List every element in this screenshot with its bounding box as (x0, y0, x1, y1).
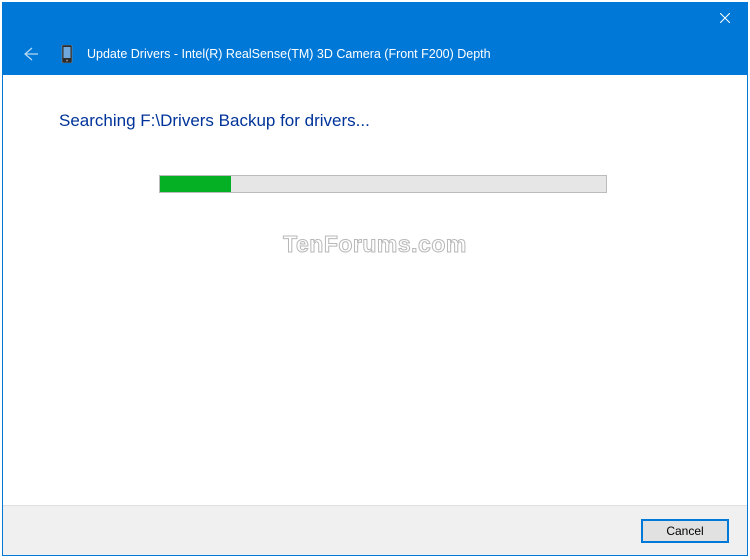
watermark-text: TenForums.com (3, 231, 747, 258)
wizard-header: Update Drivers - Intel(R) RealSense(TM) … (3, 33, 747, 75)
dialog-footer: Cancel (3, 505, 747, 555)
progress-fill (160, 176, 231, 192)
titlebar (3, 3, 747, 33)
cancel-button[interactable]: Cancel (641, 519, 729, 543)
progress-bar (159, 175, 607, 193)
back-arrow-icon (20, 44, 40, 64)
device-icon (59, 44, 75, 64)
close-icon (720, 13, 730, 23)
update-drivers-dialog: Update Drivers - Intel(R) RealSense(TM) … (2, 2, 748, 556)
dialog-content: Searching F:\Drivers Backup for drivers.… (3, 75, 747, 505)
dialog-title: Update Drivers - Intel(R) RealSense(TM) … (87, 47, 491, 61)
back-button[interactable] (19, 43, 41, 65)
close-button[interactable] (702, 3, 747, 33)
status-heading: Searching F:\Drivers Backup for drivers.… (59, 111, 691, 131)
